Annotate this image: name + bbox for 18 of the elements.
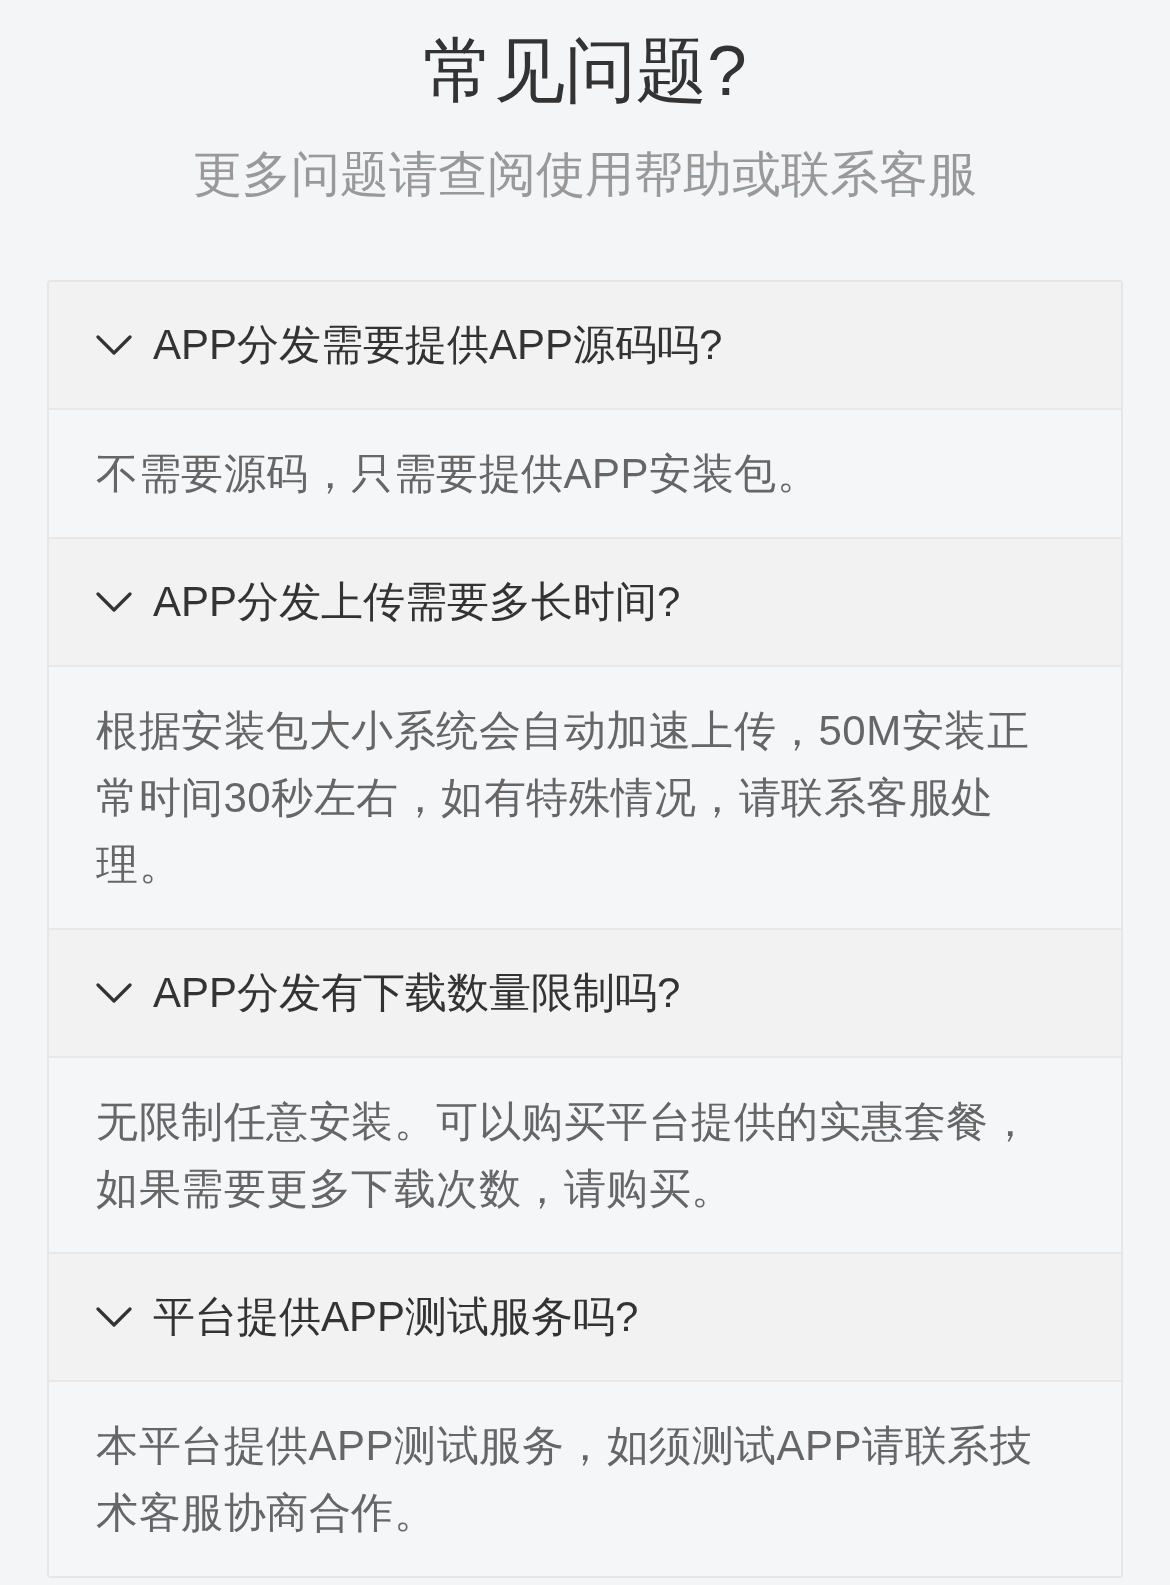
- faq-question-header[interactable]: 平台提供APP测试服务吗?: [49, 1252, 1121, 1380]
- faq-question-header[interactable]: APP分发上传需要多长时间?: [49, 537, 1121, 665]
- faq-question-header[interactable]: APP分发有下载数量限制吗?: [49, 928, 1121, 1056]
- chevron-down-icon: [96, 335, 132, 355]
- faq-question: APP分发需要提供APP源码吗?: [153, 321, 723, 369]
- faq-question: APP分发有下载数量限制吗?: [153, 969, 681, 1017]
- chevron-down-icon: [96, 1307, 132, 1327]
- chevron-down-icon: [96, 592, 132, 612]
- faq-answer: 本平台提供APP测试服务，如须测试APP请联系技术客服协商合作。: [96, 1421, 1034, 1538]
- faq-answer: 根据安装包大小系统会自动加速上传，50M安装正常时间30秒左右，如有特殊情况，请联系客服处理。: [96, 706, 1031, 890]
- faq-answer: 无限制任意安装。可以购买平台提供的实惠套餐，如果需要更多下载次数，请购买。: [96, 1097, 1032, 1214]
- faq-question: APP分发上传需要多长时间?: [153, 578, 681, 626]
- chevron-down-icon: [96, 983, 132, 1003]
- faq-answer: 不需要源码，只需要提供APP安装包。: [96, 449, 821, 499]
- page-title: 常见问题?: [423, 30, 747, 112]
- faq-question-header[interactable]: APP分发需要提供APP源码吗?: [49, 282, 1121, 408]
- page-subtitle: 更多问题请查阅使用帮助或联系客服: [193, 146, 977, 203]
- faq-question: 平台提供APP测试服务吗?: [153, 1293, 639, 1341]
